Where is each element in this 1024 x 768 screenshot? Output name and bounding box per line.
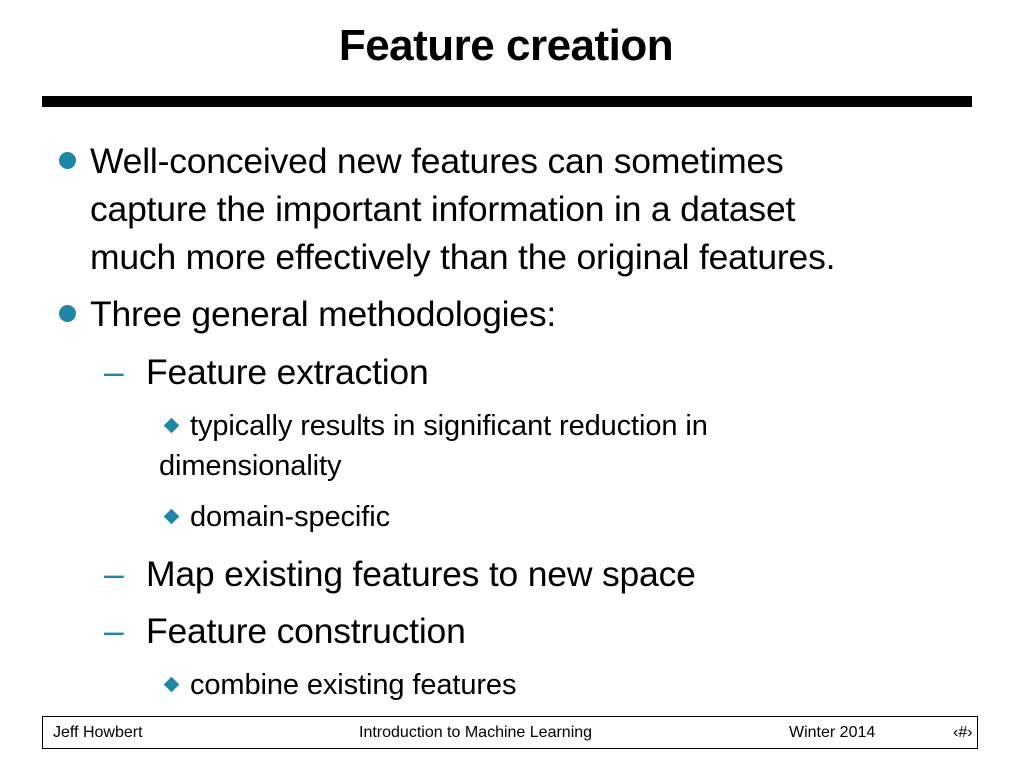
- dash-bullet: –: [104, 352, 124, 392]
- bullet-item: Three general methodologies:: [59, 290, 557, 338]
- slide-footer: Jeff Howbert Introduction to Machine Lea…: [42, 716, 978, 749]
- subsub-item: combine existing features: [159, 665, 516, 705]
- subbullet-item: – Feature extraction: [104, 348, 429, 396]
- round-bullet-icon: [59, 305, 76, 322]
- subbullet-label: Map existing features to new space: [146, 554, 696, 594]
- subsub-text: combine existing features: [190, 669, 517, 701]
- subsub-item: typically results in significant reducti…: [159, 406, 708, 486]
- dash-bullet: –: [104, 554, 124, 594]
- subbullet-item: – Feature construction: [104, 607, 466, 655]
- footer-term: Winter 2014: [789, 724, 876, 741]
- subbullet-label: Feature extraction: [146, 352, 429, 392]
- subsub-item: domain-specific: [159, 497, 390, 537]
- dash-bullet: –: [104, 611, 124, 651]
- diamond-bullet-icon: [163, 418, 180, 434]
- footer-author: Jeff Howbert: [53, 724, 143, 741]
- bullet-item: Well-conceived new features can sometime…: [59, 137, 836, 281]
- subsub-line: typically results in significant reducti…: [190, 410, 708, 442]
- bullet-line: much more effectively than the original …: [90, 237, 836, 277]
- diamond-bullet-icon: [163, 677, 180, 693]
- title-underline: [42, 96, 972, 107]
- bullet-line: Well-conceived new features can sometime…: [90, 141, 784, 181]
- bullet-line: capture the important information in a d…: [90, 189, 796, 229]
- footer-course: Introduction to Machine Learning: [359, 724, 593, 741]
- footer-slide-number: ‹#›: [953, 724, 973, 741]
- slide-title: Feature creation: [338, 21, 674, 70]
- subbullet-label: Feature construction: [146, 611, 466, 651]
- subsub-text: domain-specific: [190, 501, 390, 533]
- subsub-line: dimensionality: [159, 450, 342, 482]
- round-bullet-icon: [59, 152, 76, 169]
- bullet-text: Three general methodologies:: [90, 294, 557, 334]
- subbullet-item: – Map existing features to new space: [104, 550, 696, 598]
- diamond-bullet-icon: [163, 509, 180, 525]
